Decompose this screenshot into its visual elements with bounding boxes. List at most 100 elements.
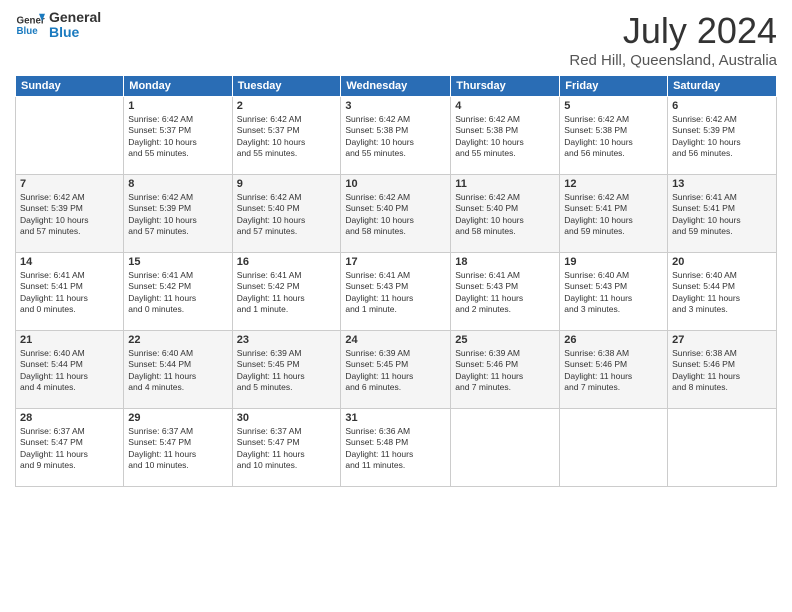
day-number: 5 bbox=[564, 100, 663, 112]
calendar-cell: 24 Sunrise: 6:39 AMSunset: 5:45 PMDayligh… bbox=[341, 331, 451, 409]
day-number: 21 bbox=[20, 334, 119, 346]
calendar-cell: 6 Sunrise: 6:42 AMSunset: 5:39 PMDaylight… bbox=[668, 97, 777, 175]
day-number: 22 bbox=[128, 334, 227, 346]
calendar-cell: 20Sunrise: 6:40 AMSunset: 5:44 PMDayligh… bbox=[668, 253, 777, 331]
month-year-title: July 2024 bbox=[569, 10, 777, 52]
day-info: Sunrise: 6:39 AMSunset: 5:46 PMDaylight:… bbox=[455, 348, 555, 394]
day-number: 26 bbox=[564, 334, 663, 346]
day-info: Sunrise: 6:37 AMSunset: 5:47 PMDaylight:… bbox=[128, 426, 227, 472]
day-number: 6 bbox=[672, 100, 772, 112]
day-info: Sunrise: 6:39 AMSunset: 5:45 PMDaylight:… bbox=[345, 348, 446, 394]
calendar-cell: 27 Sunrise: 6:38 AMSunset: 5:46 PMDayligh… bbox=[668, 331, 777, 409]
day-info: Sunrise: 6:38 AMSunset: 5:46 PMDaylight:… bbox=[564, 348, 663, 394]
calendar-cell: 4 Sunrise: 6:42 AMSunset: 5:38 PMDaylight… bbox=[451, 97, 560, 175]
day-info: Sunrise: 6:37 AMSunset: 5:47 PMDaylight:… bbox=[20, 426, 119, 472]
calendar-cell bbox=[16, 97, 124, 175]
day-number: 2 bbox=[237, 100, 337, 112]
calendar-cell: 16Sunrise: 6:41 AMSunset: 5:42 PMDayligh… bbox=[232, 253, 341, 331]
day-number: 4 bbox=[455, 100, 555, 112]
day-number: 13 bbox=[672, 178, 772, 190]
calendar-cell bbox=[668, 409, 777, 487]
day-info: Sunrise: 6:42 AMSunset: 5:41 PMDaylight:… bbox=[564, 192, 663, 238]
calendar-cell: 14 Sunrise: 6:41 AMSunset: 5:41 PMDayligh… bbox=[16, 253, 124, 331]
day-number: 23 bbox=[237, 334, 337, 346]
weekday-header-row: Sunday Monday Tuesday Wednesday Thursday… bbox=[16, 76, 777, 97]
header-thursday: Thursday bbox=[451, 76, 560, 97]
day-info: Sunrise: 6:40 AMSunset: 5:44 PMDaylight:… bbox=[672, 270, 772, 316]
location-subtitle: Red Hill, Queensland, Australia bbox=[569, 52, 777, 69]
calendar-cell bbox=[451, 409, 560, 487]
week-row-1: 1 Sunrise: 6:42 AMSunset: 5:37 PMDaylight… bbox=[16, 97, 777, 175]
svg-text:Blue: Blue bbox=[17, 26, 39, 37]
day-info: Sunrise: 6:42 AMSunset: 5:40 PMDaylight:… bbox=[455, 192, 555, 238]
day-number: 19 bbox=[564, 256, 663, 268]
day-info: Sunrise: 6:40 AMSunset: 5:43 PMDaylight:… bbox=[564, 270, 663, 316]
day-info: Sunrise: 6:41 AMSunset: 5:42 PMDaylight:… bbox=[237, 270, 337, 316]
day-info: Sunrise: 6:41 AMSunset: 5:41 PMDaylight:… bbox=[20, 270, 119, 316]
day-number: 18 bbox=[455, 256, 555, 268]
calendar-cell: 1Sunrise: 6:42 AMSunset: 5:37 PMDaylight… bbox=[124, 97, 232, 175]
calendar-cell: 8 Sunrise: 6:42 AMSunset: 5:39 PMDaylight… bbox=[124, 175, 232, 253]
calendar-cell: 30 Sunrise: 6:37 AMSunset: 5:47 PMDayligh… bbox=[232, 409, 341, 487]
day-info: Sunrise: 6:41 AMSunset: 5:41 PMDaylight:… bbox=[672, 192, 772, 238]
day-number: 8 bbox=[128, 178, 227, 190]
day-number: 25 bbox=[455, 334, 555, 346]
header-friday: Friday bbox=[560, 76, 668, 97]
day-info: Sunrise: 6:42 AMSunset: 5:37 PMDaylight:… bbox=[237, 114, 337, 160]
day-info: Sunrise: 6:42 AMSunset: 5:40 PMDaylight:… bbox=[345, 192, 446, 238]
calendar-cell: 7 Sunrise: 6:42 AMSunset: 5:39 PMDaylight… bbox=[16, 175, 124, 253]
calendar-table: Sunday Monday Tuesday Wednesday Thursday… bbox=[15, 75, 777, 487]
day-info: Sunrise: 6:41 AMSunset: 5:43 PMDaylight:… bbox=[455, 270, 555, 316]
logo: General Blue General Blue bbox=[15, 10, 101, 41]
day-number: 30 bbox=[237, 412, 337, 424]
week-row-3: 14 Sunrise: 6:41 AMSunset: 5:41 PMDayligh… bbox=[16, 253, 777, 331]
calendar-cell: 17Sunrise: 6:41 AMSunset: 5:43 PMDayligh… bbox=[341, 253, 451, 331]
logo-blue: Blue bbox=[49, 25, 101, 40]
calendar-cell: 13 Sunrise: 6:41 AMSunset: 5:41 PMDayligh… bbox=[668, 175, 777, 253]
day-info: Sunrise: 6:38 AMSunset: 5:46 PMDaylight:… bbox=[672, 348, 772, 394]
calendar-cell bbox=[560, 409, 668, 487]
day-number: 27 bbox=[672, 334, 772, 346]
calendar-cell: 29 Sunrise: 6:37 AMSunset: 5:47 PMDayligh… bbox=[124, 409, 232, 487]
day-number: 15 bbox=[128, 256, 227, 268]
day-number: 14 bbox=[20, 256, 119, 268]
day-info: Sunrise: 6:42 AMSunset: 5:40 PMDaylight:… bbox=[237, 192, 337, 238]
calendar-cell: 22Sunrise: 6:40 AMSunset: 5:44 PMDayligh… bbox=[124, 331, 232, 409]
week-row-4: 21 Sunrise: 6:40 AMSunset: 5:44 PMDayligh… bbox=[16, 331, 777, 409]
day-info: Sunrise: 6:42 AMSunset: 5:39 PMDaylight:… bbox=[672, 114, 772, 160]
calendar-cell: 3Sunrise: 6:42 AMSunset: 5:38 PMDaylight… bbox=[341, 97, 451, 175]
day-info: Sunrise: 6:42 AMSunset: 5:38 PMDaylight:… bbox=[455, 114, 555, 160]
day-info: Sunrise: 6:42 AMSunset: 5:38 PMDaylight:… bbox=[345, 114, 446, 160]
day-number: 9 bbox=[237, 178, 337, 190]
calendar-cell: 23 Sunrise: 6:39 AMSunset: 5:45 PMDayligh… bbox=[232, 331, 341, 409]
calendar-cell: 12Sunrise: 6:42 AMSunset: 5:41 PMDayligh… bbox=[560, 175, 668, 253]
week-row-2: 7 Sunrise: 6:42 AMSunset: 5:39 PMDaylight… bbox=[16, 175, 777, 253]
day-number: 29 bbox=[128, 412, 227, 424]
day-number: 11 bbox=[455, 178, 555, 190]
day-info: Sunrise: 6:39 AMSunset: 5:45 PMDaylight:… bbox=[237, 348, 337, 394]
week-row-5: 28 Sunrise: 6:37 AMSunset: 5:47 PMDayligh… bbox=[16, 409, 777, 487]
day-info: Sunrise: 6:37 AMSunset: 5:47 PMDaylight:… bbox=[237, 426, 337, 472]
header-saturday: Saturday bbox=[668, 76, 777, 97]
day-number: 28 bbox=[20, 412, 119, 424]
calendar-cell: 19 Sunrise: 6:40 AMSunset: 5:43 PMDayligh… bbox=[560, 253, 668, 331]
calendar-cell: 10Sunrise: 6:42 AMSunset: 5:40 PMDayligh… bbox=[341, 175, 451, 253]
header-monday: Monday bbox=[124, 76, 232, 97]
calendar-cell: 26 Sunrise: 6:38 AMSunset: 5:46 PMDayligh… bbox=[560, 331, 668, 409]
calendar-cell: 21 Sunrise: 6:40 AMSunset: 5:44 PMDayligh… bbox=[16, 331, 124, 409]
page-header: General Blue General Blue July 2024 Red … bbox=[15, 10, 777, 69]
calendar-cell: 25 Sunrise: 6:39 AMSunset: 5:46 PMDayligh… bbox=[451, 331, 560, 409]
calendar-cell: 31Sunrise: 6:36 AMSunset: 5:48 PMDayligh… bbox=[341, 409, 451, 487]
day-number: 24 bbox=[345, 334, 446, 346]
day-info: Sunrise: 6:42 AMSunset: 5:39 PMDaylight:… bbox=[128, 192, 227, 238]
day-info: Sunrise: 6:42 AMSunset: 5:38 PMDaylight:… bbox=[564, 114, 663, 160]
day-number: 7 bbox=[20, 178, 119, 190]
day-info: Sunrise: 6:41 AMSunset: 5:42 PMDaylight:… bbox=[128, 270, 227, 316]
day-number: 31 bbox=[345, 412, 446, 424]
day-number: 1 bbox=[128, 100, 227, 112]
calendar-cell: 18 Sunrise: 6:41 AMSunset: 5:43 PMDayligh… bbox=[451, 253, 560, 331]
calendar-cell: 2 Sunrise: 6:42 AMSunset: 5:37 PMDaylight… bbox=[232, 97, 341, 175]
calendar-cell: 15 Sunrise: 6:41 AMSunset: 5:42 PMDayligh… bbox=[124, 253, 232, 331]
day-info: Sunrise: 6:40 AMSunset: 5:44 PMDaylight:… bbox=[20, 348, 119, 394]
day-info: Sunrise: 6:42 AMSunset: 5:39 PMDaylight:… bbox=[20, 192, 119, 238]
